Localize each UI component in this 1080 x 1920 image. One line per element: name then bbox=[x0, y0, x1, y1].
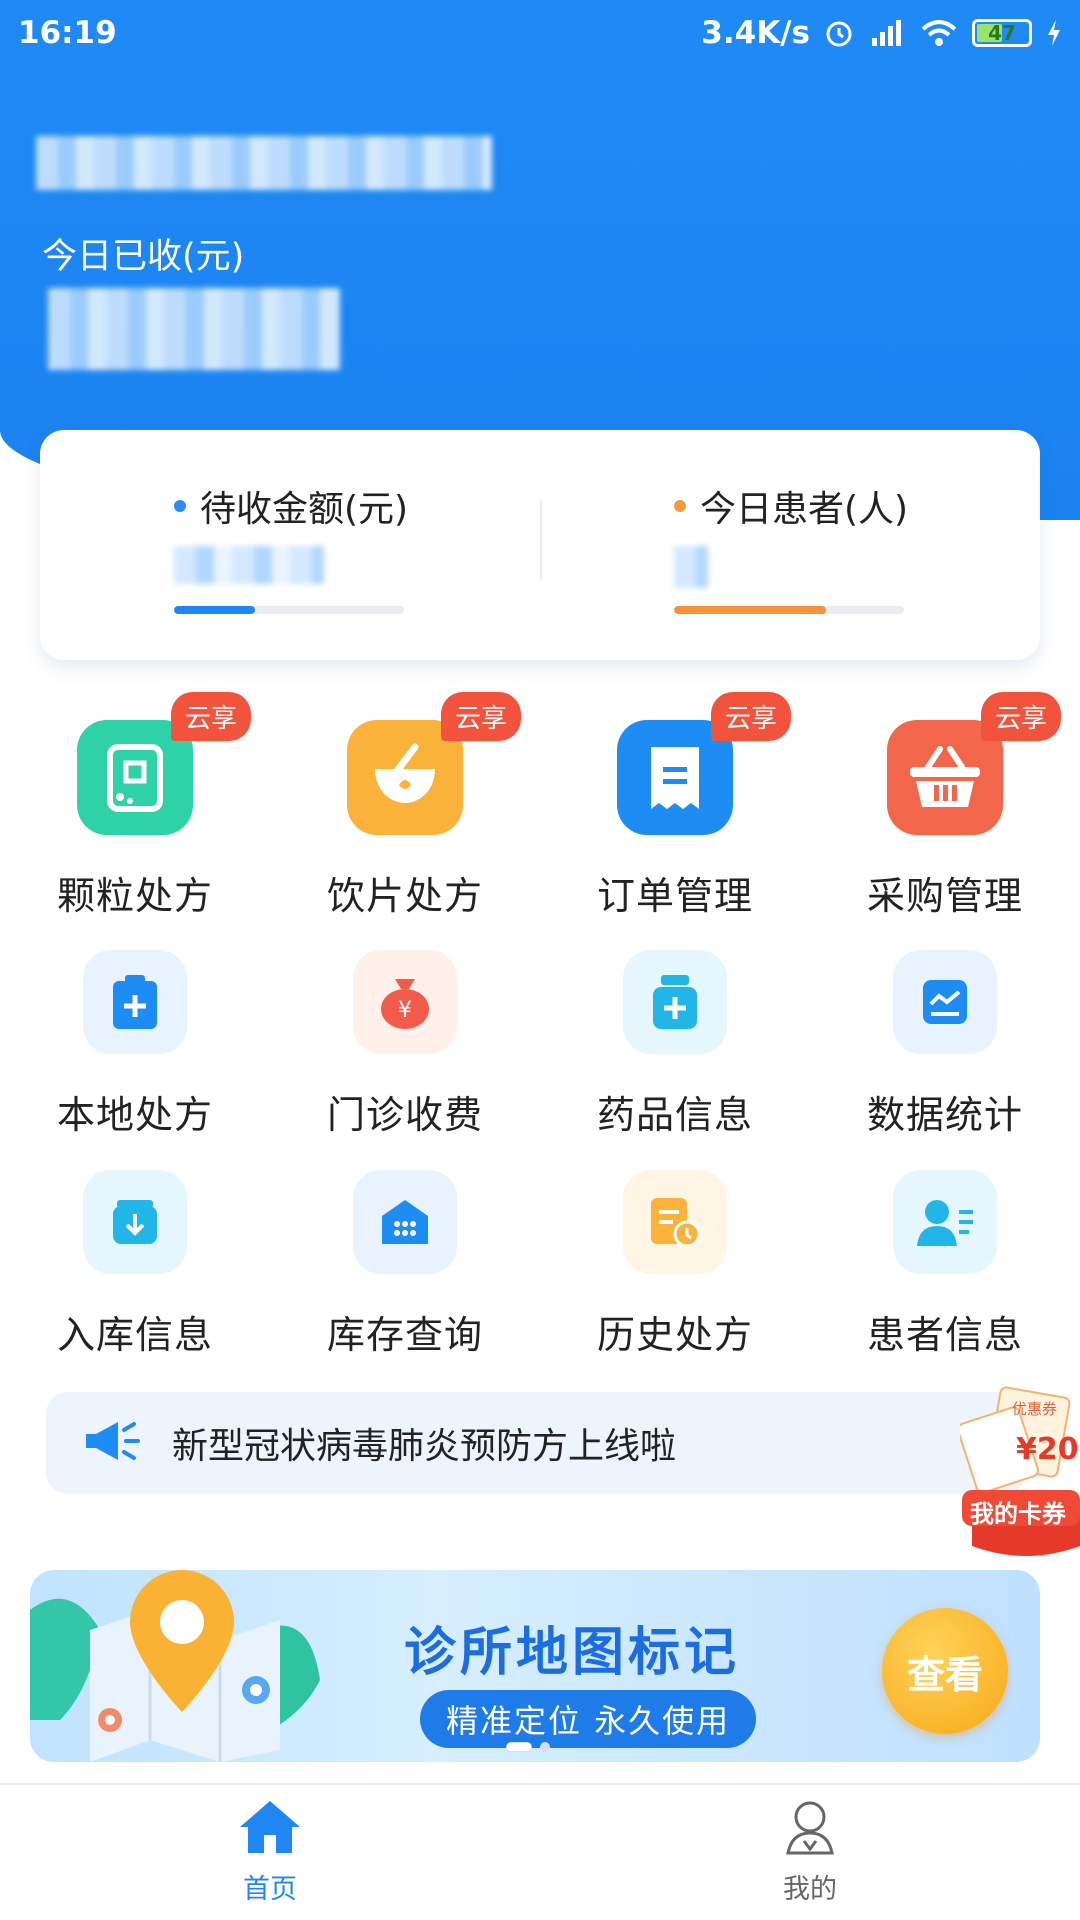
battery-level: 47 bbox=[988, 21, 1016, 45]
grid-item-label: 门诊收费 bbox=[326, 1093, 483, 1137]
history-document-icon bbox=[623, 1170, 727, 1274]
grid-item-order-management[interactable]: 云享 订单管理 bbox=[540, 692, 810, 920]
order-receipt-icon: 云享 bbox=[617, 692, 791, 835]
wifi-icon bbox=[920, 18, 958, 48]
view-button[interactable]: 查看 bbox=[882, 1608, 1008, 1734]
grid-item-label: 数据统计 bbox=[866, 1093, 1023, 1137]
cloud-share-badge: 云享 bbox=[980, 692, 1061, 741]
grid-item-label: 患者信息 bbox=[866, 1313, 1023, 1357]
granule-prescription-icon: 云享 bbox=[77, 692, 251, 835]
today-received-amount-redacted bbox=[48, 288, 340, 370]
status-time: 16:19 bbox=[18, 15, 117, 51]
progress-bar bbox=[674, 606, 904, 614]
megaphone-icon bbox=[82, 1416, 142, 1470]
network-speed: 3.4K/s bbox=[701, 15, 810, 51]
today-patients-stat[interactable]: 今日患者(人) bbox=[674, 480, 908, 614]
clinic-map-banner[interactable]: 诊所地图标记 精准定位 永久使用 查看 bbox=[30, 1570, 1040, 1762]
carousel-dot-active bbox=[506, 1742, 532, 1752]
progress-bar bbox=[174, 606, 404, 614]
coupon-caption: 我的卡券 bbox=[970, 1500, 1066, 1528]
divider bbox=[540, 500, 542, 580]
pending-amount-stat[interactable]: 待收金额(元) bbox=[174, 480, 408, 614]
chart-icon bbox=[893, 950, 997, 1054]
shopping-basket-icon: 云享 bbox=[887, 692, 1061, 835]
stat-dot bbox=[674, 500, 686, 512]
progress-fill bbox=[674, 606, 826, 614]
patient-icon bbox=[893, 1170, 997, 1274]
charging-icon bbox=[1046, 18, 1062, 48]
user-profile-icon bbox=[782, 1799, 838, 1859]
medicine-bottle-icon bbox=[623, 950, 727, 1054]
grid-item-local-prescription[interactable]: 本地处方 bbox=[0, 950, 270, 1150]
grid-item-label: 本地处方 bbox=[56, 1093, 213, 1137]
cloud-share-badge: 云享 bbox=[710, 692, 791, 741]
grid-item-statistics[interactable]: 数据统计 bbox=[810, 950, 1080, 1150]
cloud-share-badge: 云享 bbox=[440, 692, 521, 741]
grid-item-patient-info[interactable]: 患者信息 bbox=[810, 1170, 1080, 1370]
carousel-dot bbox=[540, 1742, 550, 1752]
grid-item-label: 饮片处方 bbox=[326, 874, 483, 918]
grid-item-label: 颗粒处方 bbox=[56, 874, 213, 918]
coupon-amount: ¥20 bbox=[1016, 1432, 1079, 1467]
map-pin-icon bbox=[130, 1570, 234, 1712]
grid-item-history-prescription[interactable]: 历史处方 bbox=[540, 1170, 810, 1370]
progress-fill bbox=[174, 606, 255, 614]
pending-amount-redacted bbox=[174, 546, 324, 584]
grid-item-stock-in[interactable]: 入库信息 bbox=[0, 1170, 270, 1370]
tab-label: 我的 bbox=[783, 1874, 837, 1905]
svg-text:¥: ¥ bbox=[398, 998, 412, 1023]
home-icon bbox=[238, 1799, 302, 1859]
my-coupons-button[interactable]: 优惠券 ¥20 我的卡券 bbox=[957, 1386, 1080, 1566]
grid-item-granule-prescription[interactable]: 云享 颗粒处方 bbox=[0, 692, 270, 920]
status-bar: 16:19 3.4K/s 47 bbox=[0, 0, 1080, 66]
clipboard-plus-icon bbox=[83, 950, 187, 1054]
clinic-name-redacted bbox=[36, 136, 492, 190]
grid-item-medicine-info[interactable]: 药品信息 bbox=[540, 950, 810, 1150]
grid-item-label: 历史处方 bbox=[596, 1313, 753, 1357]
grid-item-label: 药品信息 bbox=[596, 1093, 753, 1137]
carousel-indicator bbox=[506, 1742, 550, 1752]
grid-item-inventory-query[interactable]: 库存查询 bbox=[270, 1170, 540, 1370]
grid-item-label: 库存查询 bbox=[326, 1313, 483, 1357]
money-bag-icon: ¥ bbox=[353, 950, 457, 1054]
today-patients-redacted bbox=[674, 546, 708, 588]
screen: 16:19 3.4K/s 47 今日已收(元) 待收金额(元) 今日患者(人) … bbox=[0, 0, 1080, 1920]
signal-icon bbox=[868, 18, 906, 48]
tab-home[interactable]: 首页 bbox=[170, 1799, 370, 1906]
grid-item-label: 订单管理 bbox=[596, 874, 753, 918]
battery-icon: 47 bbox=[972, 19, 1032, 47]
cloud-share-badge: 云享 bbox=[170, 692, 251, 741]
grid-item-label: 入库信息 bbox=[56, 1313, 213, 1357]
stat-label: 待收金额(元) bbox=[200, 489, 409, 530]
grid-item-purchase-management[interactable]: 云享 采购管理 bbox=[810, 692, 1080, 920]
tab-mine[interactable]: 我的 bbox=[710, 1799, 910, 1906]
alarm-icon bbox=[824, 18, 854, 48]
today-received-label: 今日已收(元) bbox=[42, 237, 245, 277]
banner-title: 诊所地图标记 bbox=[404, 1623, 741, 1683]
tab-label: 首页 bbox=[243, 1874, 297, 1905]
inbox-download-icon bbox=[83, 1170, 187, 1274]
herbal-mortar-icon: 云享 bbox=[347, 692, 521, 835]
banner-subtitle: 精准定位 永久使用 bbox=[420, 1690, 757, 1748]
grid-item-label: 采购管理 bbox=[866, 874, 1023, 918]
notice-bar[interactable]: 新型冠状病毒肺炎预防方上线啦 bbox=[46, 1392, 1026, 1494]
bottom-tab-bar: 首页 我的 bbox=[0, 1783, 1080, 1920]
notice-text: 新型冠状病毒肺炎预防方上线啦 bbox=[172, 1426, 677, 1467]
grid-item-herbal-prescription[interactable]: 云享 饮片处方 bbox=[270, 692, 540, 920]
warehouse-icon bbox=[353, 1170, 457, 1274]
stat-dot bbox=[174, 500, 186, 512]
stats-card: 待收金额(元) 今日患者(人) bbox=[40, 430, 1040, 660]
coupon-tag: 优惠券 bbox=[1012, 1400, 1058, 1418]
stat-label: 今日患者(人) bbox=[700, 489, 909, 530]
grid-item-outpatient-billing[interactable]: ¥ 门诊收费 bbox=[270, 950, 540, 1150]
